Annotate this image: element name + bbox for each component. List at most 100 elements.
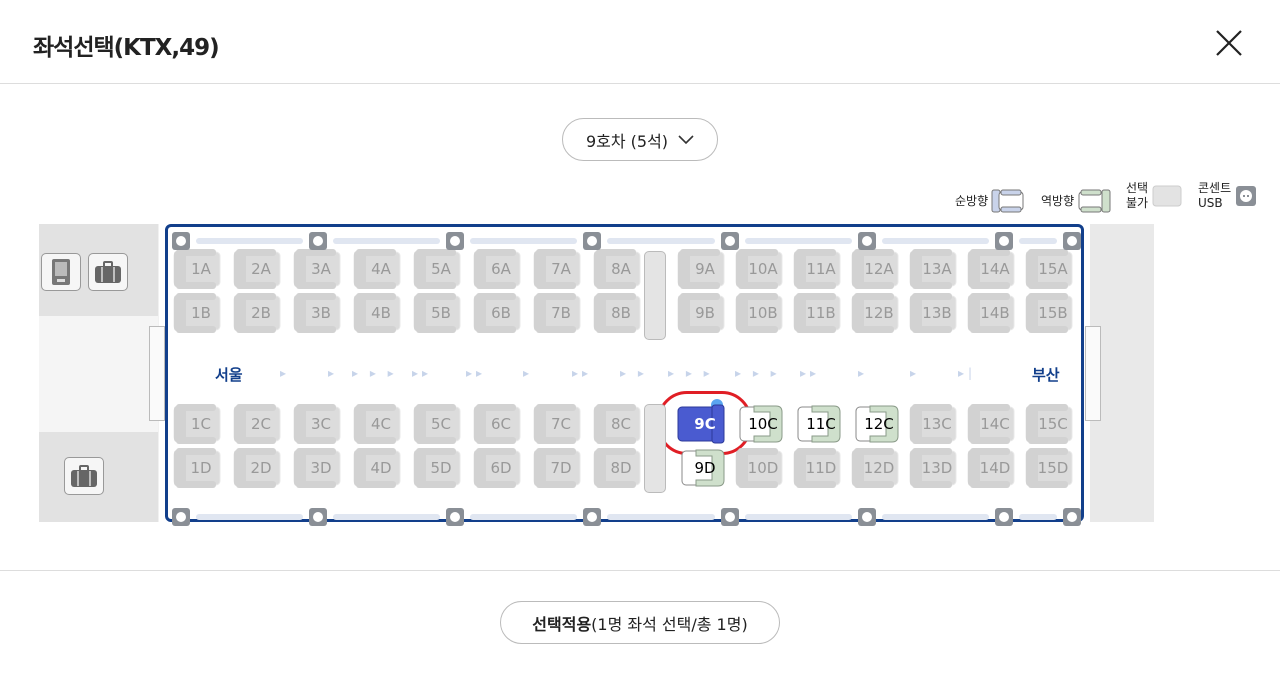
seat-label: 5B (431, 304, 451, 322)
direction-arrow-icon: ▸▸ (572, 366, 593, 380)
dialog-title: 좌석선택(KTX,49) (33, 35, 220, 61)
seat-4D: 4D (352, 448, 402, 488)
seat-4B: 4B (352, 293, 402, 333)
car-selector-dropdown[interactable]: 9호차 (5석) (562, 118, 718, 161)
seat-3D: 3D (292, 448, 342, 488)
outlet-icon (309, 232, 327, 250)
outlet-icon (1063, 232, 1081, 250)
forward-seat-icon (991, 189, 1024, 213)
apply-selection-button[interactable]: 선택적용 (1명 좌석 선택/총 1명) (500, 601, 780, 644)
seat-8C: 8C (592, 404, 642, 444)
seat-label: 8A (611, 260, 631, 278)
seat-label: 6D (490, 459, 512, 477)
seat-label: 12D (863, 459, 895, 477)
seat-label: 15D (1037, 459, 1069, 477)
outlet-icon (446, 508, 464, 526)
seat-label: 3D (310, 459, 332, 477)
seat-5A: 5A (412, 249, 462, 289)
seat-11C[interactable]: 11C (792, 404, 842, 444)
close-icon (1216, 30, 1242, 56)
seat-label: 13A (922, 260, 952, 278)
outlet-icon (1236, 186, 1257, 206)
unavailable-seat-icon (1152, 185, 1182, 207)
window-strip (470, 238, 577, 244)
seat-legend: 순방향 역방향 선택 불가 콘센트 USB (955, 181, 1260, 213)
seat-label: 13D (921, 459, 953, 477)
window-strip (1019, 238, 1057, 244)
window-strip (607, 238, 715, 244)
seat-label: 1C (190, 415, 212, 433)
outlet-icon (1063, 508, 1081, 526)
seat-label: 8B (611, 304, 631, 322)
seat-label: 12B (864, 304, 894, 322)
seat-4A: 4A (352, 249, 402, 289)
seat-label: 7D (550, 459, 572, 477)
reverse-seat-icon (1078, 189, 1111, 213)
seat-label: 11C (806, 415, 836, 433)
seat-13C: 13C (908, 404, 958, 444)
legend-outlet-label: 콘센트 USB (1198, 181, 1232, 210)
seat-6B: 6B (472, 293, 522, 333)
seat-8D: 8D (592, 448, 642, 488)
direction-arrow-icon: ▸ (280, 366, 291, 380)
seat-label: 10D (747, 459, 779, 477)
seat-label: 1D (190, 459, 212, 477)
window-strip (470, 514, 577, 520)
outlet-icon (583, 232, 601, 250)
seat-10C[interactable]: 10C (734, 404, 784, 444)
direction-arrow-icon: ▸ ▸ (620, 366, 648, 380)
seat-9A: 9A (676, 249, 726, 289)
seat-12C[interactable]: 12C (850, 404, 900, 444)
seat-label: 11A (806, 260, 836, 278)
window-strip (196, 514, 303, 520)
seat-9B: 9B (676, 293, 726, 333)
vending-machine-icon (41, 253, 81, 291)
seat-15A: 15A (1024, 249, 1074, 289)
seat-label: 9C (694, 415, 716, 433)
seat-4C: 4C (352, 404, 402, 444)
apply-label-detail: (1명 좌석 선택/총 1명) (591, 614, 748, 634)
seat-15D: 15D (1024, 448, 1074, 488)
seat-label: 4B (371, 304, 391, 322)
window-strip (1019, 514, 1057, 520)
seat-5B: 5B (412, 293, 462, 333)
luggage-rack-icon (64, 457, 104, 495)
direction-arrow-icon: ▸▸ (412, 366, 433, 380)
seat-label: 10C (748, 415, 778, 433)
seat-label: 14A (980, 260, 1010, 278)
seat-label: 9D (694, 459, 716, 477)
seat-9C[interactable]: 9C (676, 404, 726, 444)
seat-14C: 14C (966, 404, 1016, 444)
seat-7C: 7C (532, 404, 582, 444)
legend-forward: 순방향 (955, 188, 1025, 214)
direction-arrow-icon: ▸▸ (466, 366, 487, 380)
partition-wall (644, 251, 666, 340)
close-button[interactable] (1212, 26, 1246, 60)
seat-label: 10B (748, 304, 778, 322)
seat-label: 6A (491, 260, 511, 278)
seat-15B: 15B (1024, 293, 1074, 333)
door-right (1085, 326, 1101, 421)
seat-1C: 1C (172, 404, 222, 444)
seat-13D: 13D (908, 448, 958, 488)
vestibule-mid (39, 316, 158, 432)
seat-6A: 6A (472, 249, 522, 289)
seat-label: 8D (610, 459, 632, 477)
footer-divider (0, 570, 1280, 571)
seat-label: 2A (251, 260, 271, 278)
seat-2B: 2B (232, 293, 282, 333)
seat-label: 10A (748, 260, 778, 278)
seat-label: 5A (431, 260, 451, 278)
seat-label: 3B (311, 304, 331, 322)
seat-label: 9B (695, 304, 715, 322)
seat-label: 11B (806, 304, 836, 322)
legend-reverse: 역방향 (1041, 188, 1111, 214)
seat-6C: 6C (472, 404, 522, 444)
seat-label: 2C (250, 415, 272, 433)
seat-label: 5D (430, 459, 452, 477)
direction-arrow-icon: ▸ (858, 366, 869, 380)
seat-9D[interactable]: 9D (676, 448, 726, 488)
seat-label: 6B (491, 304, 511, 322)
seat-label: 3C (310, 415, 332, 433)
apply-label-bold: 선택적용 (532, 614, 592, 634)
